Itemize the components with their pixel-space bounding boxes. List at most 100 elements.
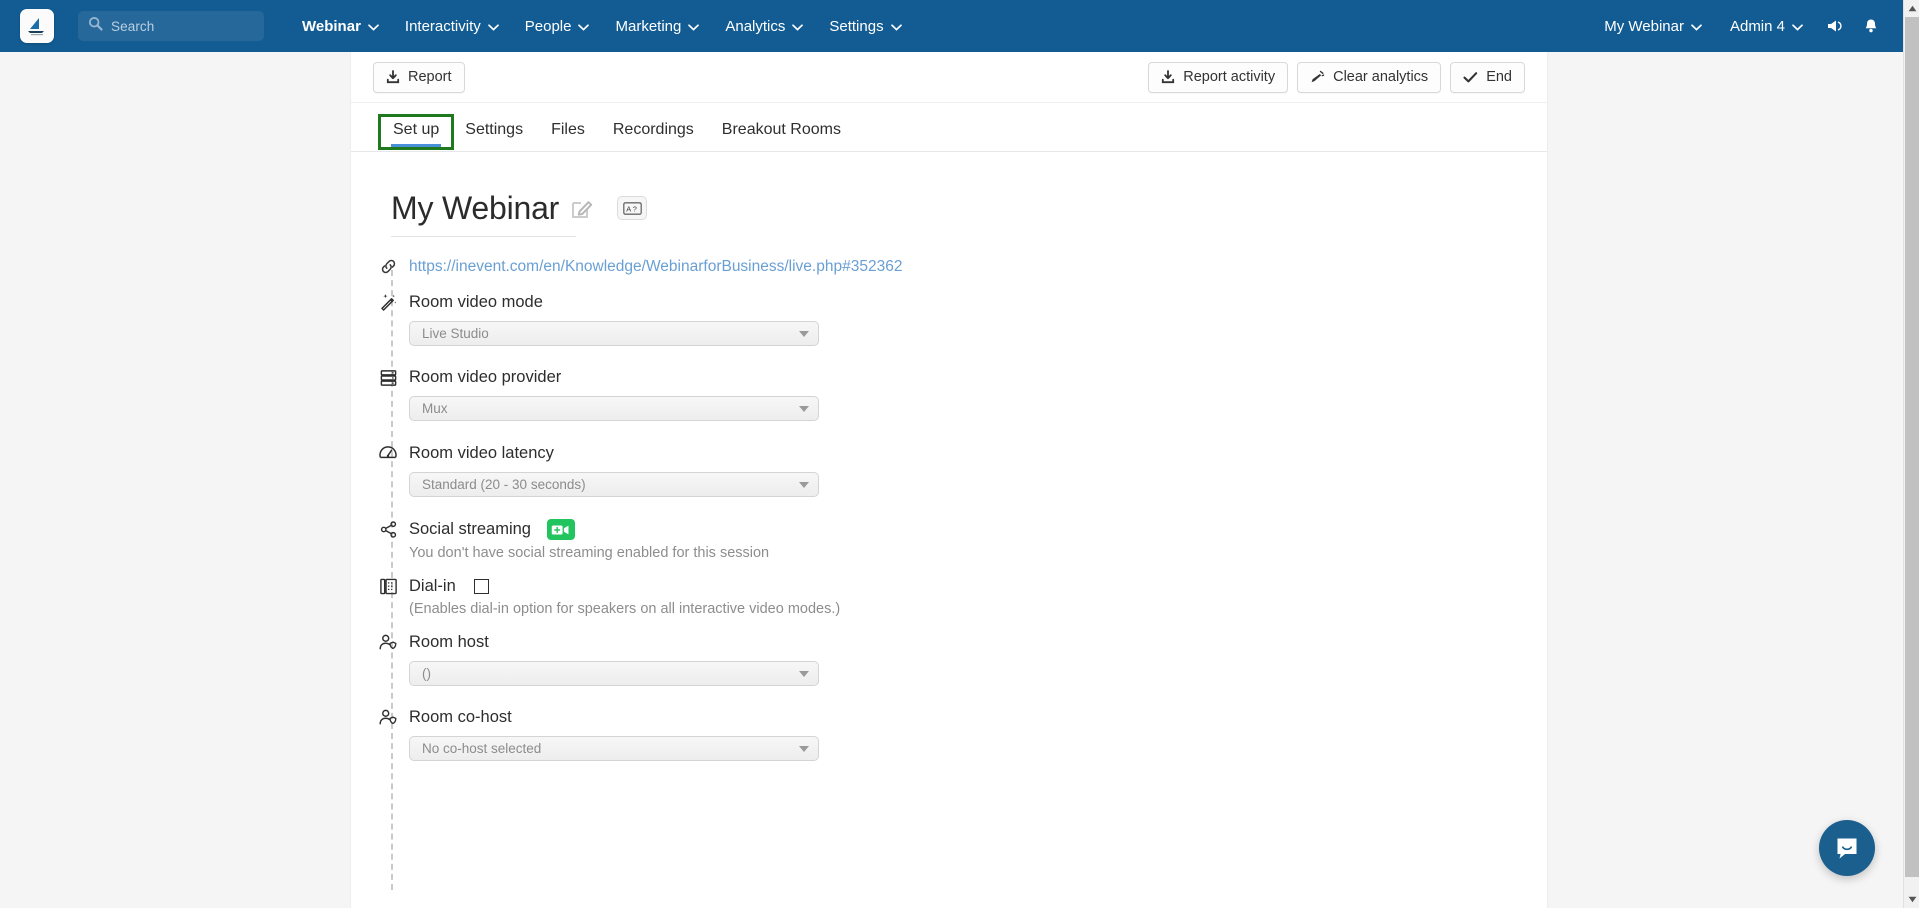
tab-settings[interactable]: Settings — [451, 121, 537, 151]
intercom-launcher-button[interactable] — [1819, 820, 1875, 876]
clear-analytics-button[interactable]: Clear analytics — [1297, 61, 1442, 93]
tab-label: Breakout Rooms — [721, 121, 841, 138]
chevron-down-icon — [792, 18, 804, 35]
select-value: Live Studio — [422, 326, 489, 341]
tab-bar: Set up Settings Files Recordings Breakou… — [351, 102, 1547, 152]
translate-badge-icon[interactable]: A ? — [617, 196, 648, 220]
chevron-down-icon — [799, 405, 809, 412]
nav-item-webinar[interactable]: Webinar — [289, 0, 392, 52]
nav-item-admin-account[interactable]: Admin 4 — [1716, 0, 1817, 52]
end-button[interactable]: End — [1450, 61, 1525, 93]
field-label: Dial-in — [409, 577, 456, 595]
action-toolbar: Report Report activity Clear analytics E… — [351, 52, 1547, 102]
session-link[interactable]: https://inevent.com/en/Knowledge/Webinar… — [409, 258, 902, 276]
field-label: Room host — [409, 633, 489, 651]
tab-set-up[interactable]: Set up — [377, 114, 455, 150]
chevron-down-icon — [1792, 18, 1803, 35]
page-title: My Webinar — [391, 189, 560, 226]
chevron-down-icon — [1691, 18, 1702, 35]
tab-label: Files — [551, 121, 585, 138]
field-social-streaming: Social streaming — [380, 519, 1547, 540]
nav-item-label: Marketing — [615, 17, 682, 35]
user-shield-icon — [375, 633, 401, 652]
scrollbar-up-arrow[interactable] — [1904, 0, 1919, 17]
field-label: Room video mode — [409, 292, 543, 311]
room-host-select[interactable]: () — [409, 661, 819, 686]
nav-item-analytics[interactable]: Analytics — [712, 0, 816, 52]
field-room-host: Room host — [379, 633, 1547, 652]
report-button[interactable]: Report — [373, 61, 465, 93]
tab-recordings[interactable]: Recordings — [599, 121, 708, 151]
chevron-down-icon — [799, 330, 809, 337]
form-fields: https://inevent.com/en/Knowledge/Webinar… — [351, 237, 1547, 761]
nav-item-my-webinar[interactable]: My Webinar — [1590, 0, 1716, 52]
field-label: Room co-host — [409, 708, 512, 726]
search-icon — [88, 16, 103, 36]
dial-pad-icon — [375, 577, 401, 596]
field-room-video-mode: Room video mode — [381, 292, 1547, 312]
scrollbar-down-arrow[interactable] — [1904, 891, 1919, 908]
session-link-row: https://inevent.com/en/Knowledge/Webinar… — [381, 257, 1547, 276]
field-room-video-latency: Room video latency — [379, 443, 1547, 463]
chevron-down-icon — [688, 18, 700, 35]
field-dial-in: Dial-in — [379, 577, 1547, 596]
room-video-provider-select[interactable]: Mux — [409, 396, 819, 421]
nav-item-people[interactable]: People — [512, 0, 603, 52]
tab-label: Set up — [393, 121, 440, 138]
bell-icon[interactable] — [1853, 0, 1889, 52]
report-activity-button[interactable]: Report activity — [1148, 61, 1289, 93]
nav-item-label: Analytics — [725, 17, 786, 35]
svg-text:A: A — [626, 204, 631, 213]
add-video-icon[interactable] — [546, 519, 575, 540]
select-value: () — [422, 666, 431, 681]
social-streaming-helper: You don't have social streaming enabled … — [409, 545, 770, 561]
chevron-down-icon — [890, 18, 902, 35]
scrollbar-thumb[interactable] — [1905, 17, 1919, 877]
room-video-latency-select[interactable]: Standard (20 - 30 seconds) — [409, 472, 819, 497]
download-icon — [1161, 70, 1175, 84]
nav-item-settings[interactable]: Settings — [816, 0, 914, 52]
field-room-video-provider: Room video provider — [380, 368, 1547, 387]
nav-item-marketing[interactable]: Marketing — [602, 0, 712, 52]
svg-text:?: ? — [632, 204, 636, 213]
link-chain-icon — [375, 257, 401, 276]
room-video-mode-select[interactable]: Live Studio — [409, 321, 819, 346]
chevron-down-icon — [578, 18, 590, 35]
magic-wand-icon — [375, 292, 401, 312]
room-co-host-select[interactable]: No co-host selected — [409, 736, 819, 761]
tab-breakout-rooms[interactable]: Breakout Rooms — [708, 121, 855, 151]
field-label: Room video provider — [409, 368, 562, 386]
tab-files[interactable]: Files — [537, 121, 599, 151]
field-label: Room video latency — [409, 443, 554, 462]
tab-label: Recordings — [612, 121, 694, 138]
chevron-down-icon — [368, 18, 379, 35]
nav-item-label: My Webinar — [1604, 17, 1684, 35]
nav-item-interactivity[interactable]: Interactivity — [392, 0, 512, 52]
check-icon — [1463, 71, 1478, 84]
end-button-label: End — [1486, 69, 1512, 85]
report-button-label: Report — [408, 69, 452, 85]
nav-item-label: Webinar — [302, 17, 361, 35]
search-placeholder: Search — [111, 18, 155, 34]
clear-analytics-label: Clear analytics — [1333, 69, 1429, 85]
field-label: Social streaming — [409, 520, 531, 538]
chevron-down-icon — [799, 670, 809, 677]
content-panel: Report Report activity Clear analytics E… — [350, 52, 1548, 908]
dial-in-helper: (Enables dial-in option for speakers on … — [409, 601, 841, 617]
report-activity-label: Report activity — [1183, 69, 1276, 85]
browser-scrollbar[interactable] — [1903, 0, 1919, 908]
chat-bubble-smile-icon — [1837, 838, 1857, 859]
chevron-down-icon — [799, 745, 809, 752]
dial-in-checkbox[interactable] — [473, 579, 489, 594]
nav-item-label: Interactivity — [404, 17, 481, 35]
select-value: Standard (20 - 30 seconds) — [422, 477, 586, 492]
select-value: No co-host selected — [422, 741, 542, 756]
tab-label: Settings — [465, 121, 524, 138]
nav-links: Webinar Interactivity People Marketing A… — [289, 0, 915, 52]
download-icon — [386, 70, 400, 84]
top-navbar: Search Webinar Interactivity People Mark… — [0, 0, 1903, 52]
megaphone-icon[interactable] — [1817, 0, 1853, 52]
search-input[interactable]: Search — [78, 11, 264, 41]
pencil-edit-icon[interactable] — [569, 195, 595, 221]
inevent-logo[interactable] — [20, 9, 54, 43]
